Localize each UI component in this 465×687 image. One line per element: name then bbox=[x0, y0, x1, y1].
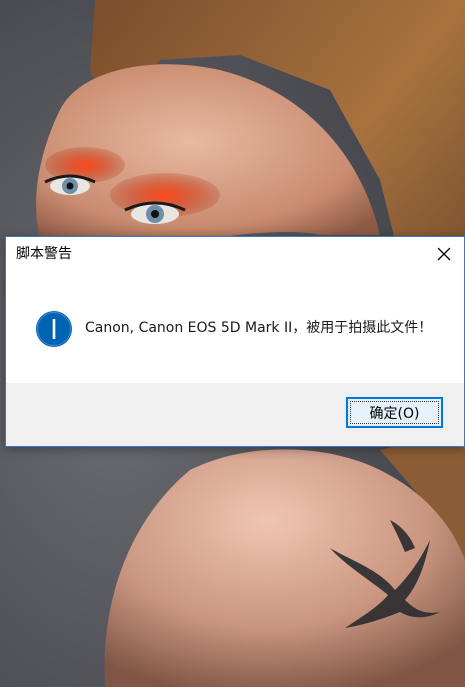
dialog-footer: 确定(O) bbox=[6, 383, 464, 446]
info-icon bbox=[36, 311, 72, 347]
dialog-message: Canon, Canon EOS 5D Mark II，被用于拍摄此文件！ bbox=[85, 320, 433, 336]
script-warning-dialog: 脚本警告 Canon, Canon EOS 5D Mark II，被用于拍摄此文… bbox=[5, 236, 465, 447]
close-button[interactable] bbox=[424, 237, 464, 271]
dialog-title: 脚本警告 bbox=[16, 246, 72, 262]
dialog-content: Canon, Canon EOS 5D Mark II，被用于拍摄此文件！ bbox=[6, 271, 464, 383]
ok-button[interactable]: 确定(O) bbox=[346, 397, 443, 428]
close-icon bbox=[437, 247, 451, 261]
dialog-title-bar[interactable]: 脚本警告 bbox=[6, 237, 464, 271]
